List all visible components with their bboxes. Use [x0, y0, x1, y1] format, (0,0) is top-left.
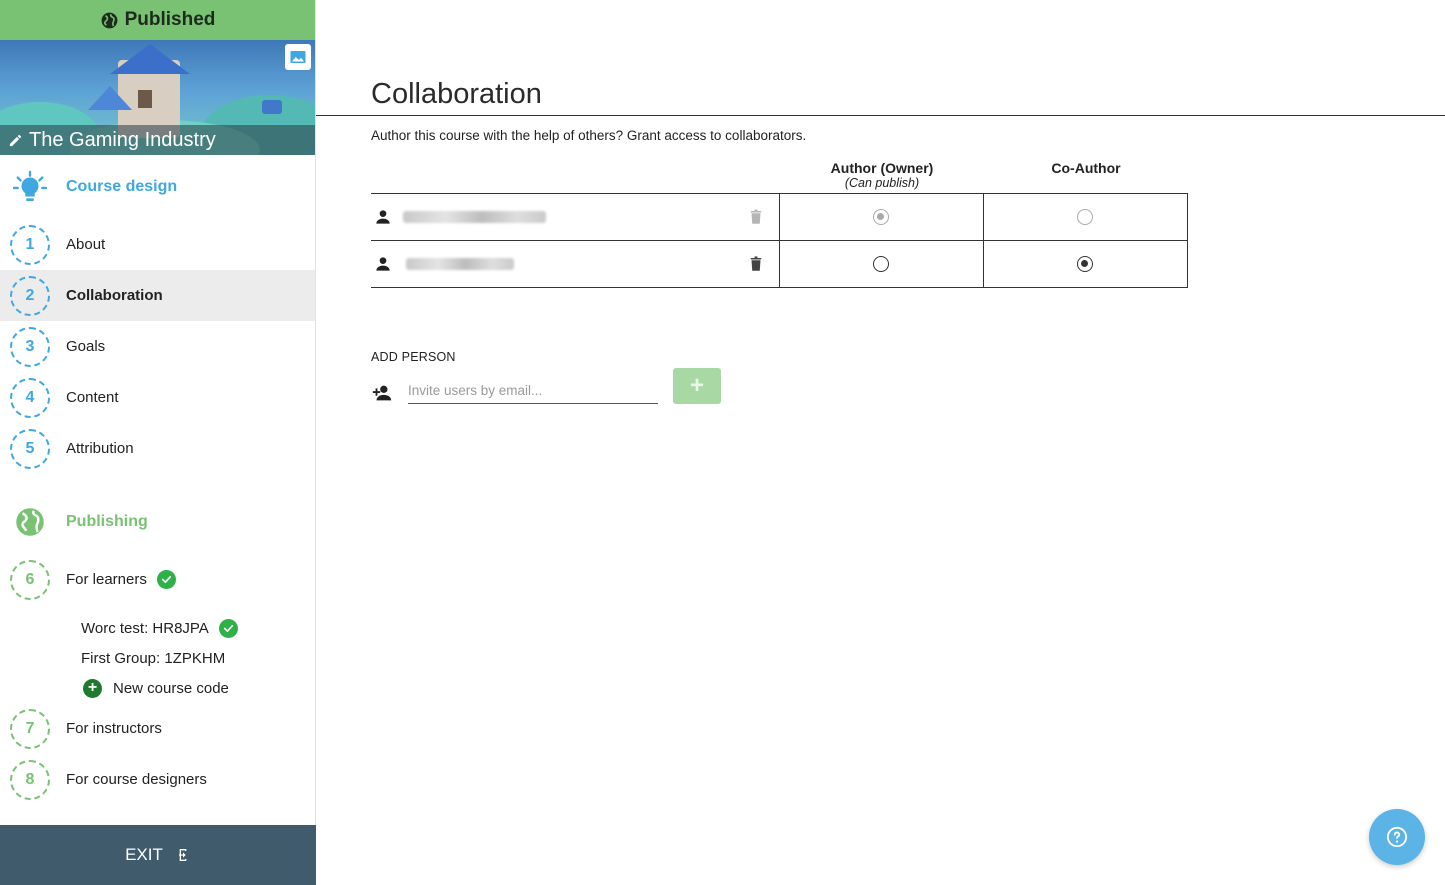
- sidebar-item-label: Attribution: [66, 440, 134, 457]
- coauthor-radio-cell: [982, 240, 1189, 288]
- sidebar-item-for-course-designers[interactable]: 8 For course designers: [0, 754, 315, 805]
- redacted-collaborator-name: [406, 258, 514, 270]
- course-code-label: First Group: 1ZPKHM: [81, 649, 226, 667]
- course-design-section: Course design: [0, 155, 315, 219]
- sidebar-item-attribution[interactable]: 5 Attribution: [0, 423, 315, 474]
- add-person-label: ADD PERSON: [371, 350, 456, 364]
- author-radio-cell: [778, 240, 984, 288]
- author-column-title: Author (Owner): [830, 160, 934, 176]
- sidebar-item-label: For instructors: [66, 720, 162, 737]
- trash-icon[interactable]: [747, 254, 765, 274]
- globe-icon: [16, 508, 44, 536]
- coauthor-radio-cell: [982, 193, 1189, 241]
- sidebar-item-label: Goals: [66, 338, 106, 355]
- step-number: 8: [10, 759, 50, 800]
- author-column-note: (Can publish): [844, 176, 920, 190]
- add-circle-icon: +: [83, 678, 102, 698]
- author-radio[interactable]: [873, 255, 890, 272]
- person-icon: [376, 210, 390, 224]
- sidebar: Published The Gaming Industry Course des…: [0, 0, 316, 885]
- complete-check-icon: [156, 570, 176, 589]
- course-title[interactable]: The Gaming Industry: [0, 125, 315, 155]
- invite-email-input[interactable]: [408, 377, 658, 404]
- step-number: 3: [10, 326, 50, 367]
- course-code-label: Worc test: HR8JPA: [81, 619, 209, 637]
- published-status-bar[interactable]: Published: [0, 0, 315, 40]
- step-number: 7: [10, 708, 50, 749]
- step-number: 4: [10, 377, 50, 418]
- step-number: 6: [10, 559, 50, 600]
- change-image-button[interactable]: [285, 44, 311, 70]
- column-header-coauthor: Co-Author: [984, 161, 1188, 176]
- course-title-text: The Gaming Industry: [29, 128, 216, 151]
- new-course-code-label: New course code: [113, 679, 229, 697]
- complete-check-icon: [218, 618, 238, 638]
- course-code-first-group[interactable]: First Group: 1ZPKHM: [0, 643, 315, 673]
- pencil-icon: [9, 134, 22, 146]
- help-icon: [1386, 826, 1408, 848]
- sidebar-item-label: About: [66, 236, 106, 253]
- sidebar-item-for-instructors[interactable]: 7 For instructors: [0, 703, 315, 754]
- table-row: [371, 240, 1189, 288]
- course-code-worc-test[interactable]: Worc test: HR8JPA: [0, 613, 315, 643]
- published-label: Published: [124, 9, 216, 30]
- sidebar-item-about[interactable]: 1 About: [0, 219, 315, 270]
- exit-label: EXIT: [125, 845, 163, 864]
- globe-icon: [101, 12, 118, 28]
- sidebar-item-label: Content: [66, 389, 119, 406]
- person-icon: [376, 257, 390, 271]
- sidebar-item-for-learners[interactable]: 6 For learners: [0, 554, 315, 605]
- coauthor-column-title: Co-Author: [1051, 160, 1121, 176]
- course-banner-image: The Gaming Industry: [0, 40, 315, 155]
- column-header-author: Author (Owner) (Can publish): [780, 161, 984, 191]
- sidebar-item-label: Collaboration: [66, 287, 163, 304]
- sidebar-item-label: For learners: [66, 571, 147, 588]
- new-course-code-button[interactable]: + New course code: [0, 673, 315, 703]
- step-number: 5: [10, 428, 50, 469]
- trash-icon: [750, 209, 761, 224]
- page-description: Author this course with the help of othe…: [371, 128, 807, 143]
- sidebar-item-label: For course designers: [66, 771, 207, 788]
- publishing-section: Publishing: [0, 490, 315, 554]
- publishing-label: Publishing: [66, 513, 148, 530]
- collaborator-name-cell: [371, 193, 780, 241]
- author-radio-cell: [778, 193, 984, 241]
- exit-icon: [178, 849, 187, 861]
- author-radio[interactable]: [873, 208, 890, 225]
- table-row: [371, 193, 1189, 241]
- page-title: Collaboration: [371, 78, 542, 110]
- course-design-label: Course design: [66, 178, 178, 195]
- image-icon: [290, 51, 306, 63]
- collaborator-name-cell: [371, 240, 780, 288]
- help-button[interactable]: [1369, 809, 1425, 865]
- title-divider: [316, 115, 1445, 116]
- step-number: 1: [10, 224, 50, 265]
- exit-button[interactable]: EXIT: [0, 825, 316, 885]
- lightbulb-icon: [13, 170, 47, 202]
- coauthor-radio[interactable]: [1077, 255, 1094, 272]
- add-person-icon: [372, 385, 392, 401]
- sidebar-item-collaboration[interactable]: 2 Collaboration: [0, 270, 315, 321]
- sidebar-item-goals[interactable]: 3 Goals: [0, 321, 315, 372]
- redacted-collaborator-name: [403, 211, 546, 223]
- step-number: 2: [10, 275, 50, 316]
- coauthor-radio[interactable]: [1077, 208, 1094, 225]
- collaborators-table: [371, 193, 1189, 288]
- add-person-button[interactable]: +: [673, 368, 721, 404]
- sidebar-item-content[interactable]: 4 Content: [0, 372, 315, 423]
